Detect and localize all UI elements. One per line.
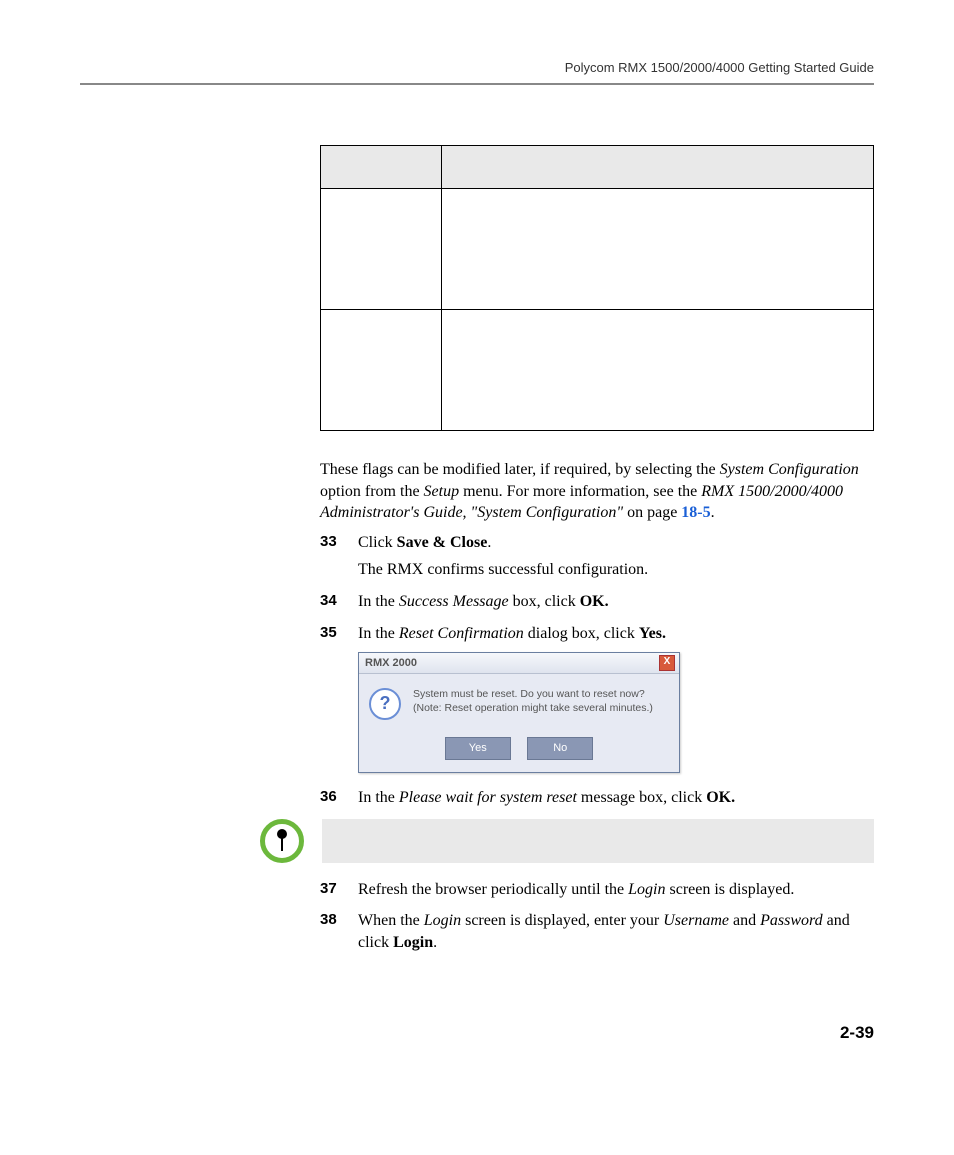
- reset-confirmation-dialog: RMX 2000 X ? System must be reset. Do yo…: [358, 652, 680, 773]
- dialog-message: System must be reset. Do you want to res…: [413, 688, 653, 715]
- dialog-title-text: RMX 2000: [365, 656, 417, 671]
- header-rule: [80, 83, 874, 85]
- yes-button[interactable]: Yes: [445, 737, 511, 760]
- step-37: 37 Refresh the browser periodically unti…: [320, 879, 874, 901]
- dialog-titlebar: RMX 2000 X: [359, 653, 679, 674]
- close-icon[interactable]: X: [659, 655, 675, 671]
- page-number: 2-39: [80, 1023, 874, 1043]
- step-36: 36 In the Please wait for system reset m…: [320, 787, 874, 809]
- flags-explainer: These flags can be modified later, if re…: [320, 459, 874, 524]
- question-icon: ?: [369, 688, 401, 720]
- no-button[interactable]: No: [527, 737, 593, 760]
- step-34: 34 In the Success Message box, click OK.: [320, 591, 874, 613]
- page-link-18-5[interactable]: 18-5: [681, 504, 710, 521]
- content-area: These flags can be modified later, if re…: [320, 145, 874, 953]
- page-header: Polycom RMX 1500/2000/4000 Getting Start…: [80, 60, 874, 75]
- step-38: 38 When the Login screen is displayed, e…: [320, 910, 874, 953]
- step-33: 33 Click Save & Close. The RMX confirms …: [320, 532, 874, 581]
- flags-table: [320, 145, 874, 431]
- pin-icon: [260, 819, 304, 863]
- step-35: 35 In the Reset Confirmation dialog box,…: [320, 623, 874, 773]
- note-band: [322, 819, 874, 863]
